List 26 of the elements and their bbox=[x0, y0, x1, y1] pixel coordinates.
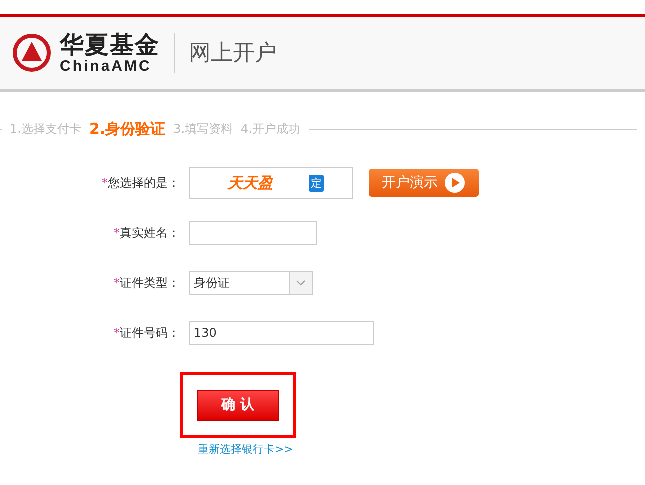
reselect-card-link[interactable]: 重新选择银行卡>> bbox=[198, 442, 294, 457]
field-label: 真实姓名： bbox=[120, 226, 180, 240]
brand-name: 华夏基金 bbox=[60, 32, 160, 58]
id-type-select[interactable]: 身份证 bbox=[189, 271, 313, 295]
chevron-icon bbox=[296, 280, 306, 286]
logo-icon bbox=[12, 33, 52, 73]
required-mark: * bbox=[114, 326, 120, 340]
step-label: 2.身份验证 bbox=[89, 120, 166, 138]
field-label: 证件类型： bbox=[120, 276, 180, 290]
page-title: 网上开户 bbox=[189, 40, 277, 68]
step-label: 4.开户成功 bbox=[241, 120, 300, 138]
product-logo: 天天盈 bbox=[228, 174, 273, 192]
step-label: 1.选择支付卡 bbox=[10, 120, 82, 138]
demo-button[interactable]: 开户演示 bbox=[369, 169, 479, 197]
brand-subtitle: ChinaAMC bbox=[60, 58, 153, 74]
required-mark: * bbox=[114, 276, 120, 290]
text-input[interactable]: 130 bbox=[189, 321, 374, 345]
step-label: 3.填写资料 bbox=[174, 120, 234, 138]
required-mark: * bbox=[114, 226, 120, 240]
text-input[interactable] bbox=[189, 221, 317, 245]
field-label: 证件号码： bbox=[120, 326, 180, 340]
play-icon bbox=[444, 172, 466, 194]
field-label: 您选择的是： bbox=[108, 176, 180, 190]
required-mark: * bbox=[102, 176, 108, 190]
confirm-button[interactable]: 确 认 bbox=[197, 390, 279, 420]
product-badge: 定 bbox=[309, 174, 324, 192]
